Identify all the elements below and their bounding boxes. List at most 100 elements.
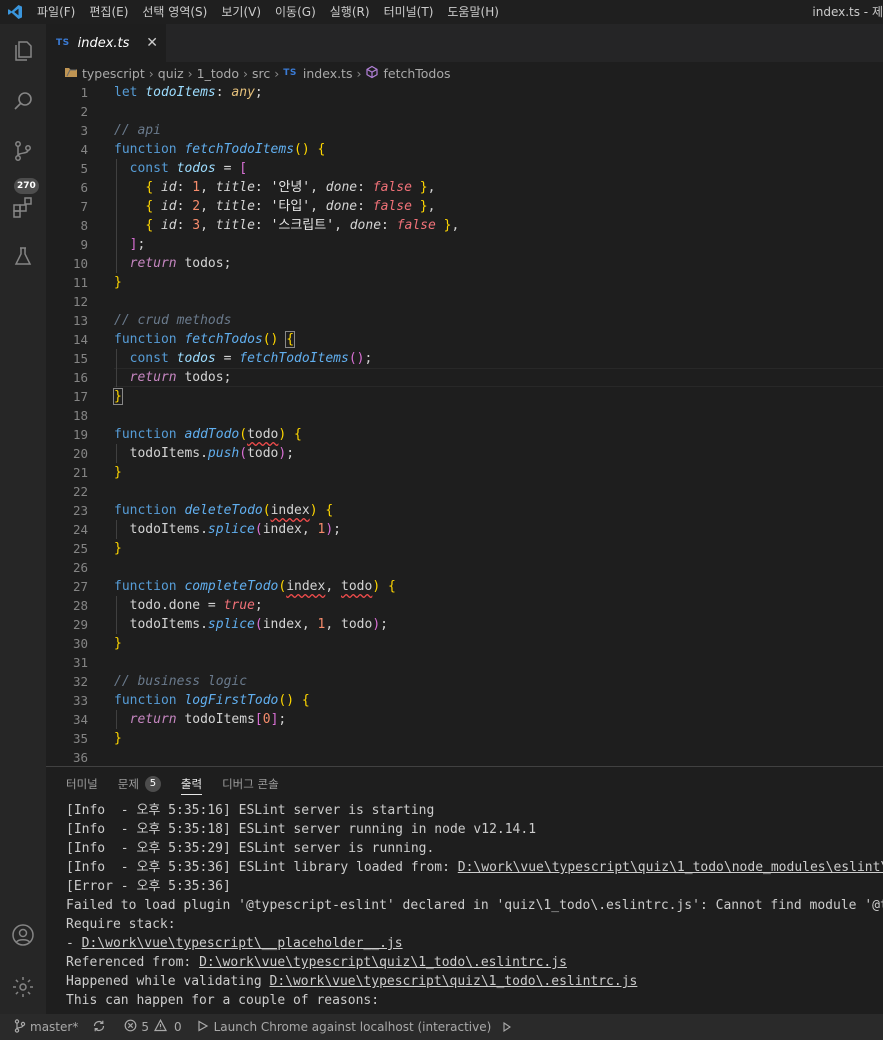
- code-line[interactable]: 2: [46, 102, 883, 121]
- launch-debug-status[interactable]: Launch Chrome against localhost (interac…: [196, 1019, 491, 1036]
- menu-item-4[interactable]: 이동(G): [268, 0, 323, 24]
- code-token: let: [114, 85, 138, 100]
- code-token: {: [387, 579, 396, 594]
- code-token: todos: [176, 161, 216, 176]
- code-line[interactable]: 6 { id: 1, title: '안녕', done: false },: [46, 178, 883, 197]
- tab-index-ts[interactable]: TS index.ts ✕: [46, 24, 166, 62]
- code-line[interactable]: 30}: [46, 634, 883, 653]
- code-line[interactable]: 26: [46, 558, 883, 577]
- menu-item-0[interactable]: 파일(F): [30, 0, 82, 24]
- code-line[interactable]: 7 { id: 2, title: '타입', done: false },: [46, 197, 883, 216]
- code-line[interactable]: 28 todo.done = true;: [46, 596, 883, 615]
- code-line[interactable]: 14 function fetchTodos() {: [46, 330, 883, 349]
- code-token: todo: [341, 579, 373, 594]
- code-line[interactable]: 10 return todos;: [46, 254, 883, 273]
- manage-gear-icon[interactable]: [0, 964, 46, 1010]
- file-path-link[interactable]: D:\work\vue\typescript\__placeholder__.j…: [82, 936, 403, 951]
- search-icon[interactable]: [0, 78, 46, 124]
- debug-extra-icon[interactable]: [501, 1021, 517, 1033]
- breadcrumb-item-fetchtodos[interactable]: fetchTodos: [383, 66, 450, 81]
- breadcrumb-item-1-todo[interactable]: 1_todo: [197, 66, 239, 81]
- breadcrumb: typescript › quiz › 1_todo › src › TS in…: [46, 62, 883, 84]
- file-path-link[interactable]: D:\work\vue\typescript\quiz\1_todo\.esli…: [270, 974, 638, 989]
- code-line[interactable]: 23 function deleteTodo(index) {: [46, 501, 883, 520]
- line-number: 34: [72, 712, 88, 727]
- explorer-icon[interactable]: [0, 28, 46, 74]
- code-line[interactable]: 3 // api: [46, 121, 883, 140]
- code-line[interactable]: 12: [46, 292, 883, 311]
- line-code: function logFirstTodo() {: [114, 691, 310, 710]
- breadcrumb-item-typescript[interactable]: typescript: [82, 66, 145, 81]
- code-line[interactable]: 11}: [46, 273, 883, 292]
- line-code: todoItems.splice(index, 1, todo);: [114, 615, 388, 634]
- code-line[interactable]: 33 function logFirstTodo() {: [46, 691, 883, 710]
- output-log[interactable]: [Info - 오후 5:35:16] ESLint server is sta…: [66, 801, 883, 1010]
- testing-flask-icon[interactable]: [0, 234, 46, 280]
- code-line[interactable]: 34 return todoItems[0];: [46, 710, 883, 729]
- code-line[interactable]: 1 let todoItems: any;: [46, 83, 883, 102]
- code-line[interactable]: 31: [46, 653, 883, 672]
- panel-tab-output[interactable]: 출력: [180, 767, 203, 801]
- code-line[interactable]: 17}: [46, 387, 883, 406]
- code-line[interactable]: 18: [46, 406, 883, 425]
- code-line[interactable]: 9 ];: [46, 235, 883, 254]
- code-line[interactable]: 35}: [46, 729, 883, 748]
- code-line[interactable]: 19 function addTodo(todo) {: [46, 425, 883, 444]
- code-line[interactable]: 22: [46, 482, 883, 501]
- breadcrumb-item-index-ts[interactable]: index.ts: [303, 66, 353, 81]
- menu-item-2[interactable]: 선택 영역(S): [135, 0, 214, 24]
- line-code: { id: 2, title: '타입', done: false },: [114, 197, 435, 216]
- code-token: ,: [427, 199, 436, 214]
- line-code: ];: [114, 235, 146, 254]
- code-token: 0: [262, 712, 271, 727]
- code-line[interactable]: 5 const todos = [: [46, 159, 883, 178]
- panel-tab-problems[interactable]: 문제 5: [118, 767, 161, 801]
- code-token: index: [270, 503, 310, 518]
- code-token: false: [396, 218, 436, 233]
- code-token: title: [215, 218, 255, 233]
- panel-tab-terminal[interactable]: 터미널: [66, 767, 98, 801]
- code-line[interactable]: 21}: [46, 463, 883, 482]
- code-line[interactable]: 29 todoItems.splice(index, 1, todo);: [46, 615, 883, 634]
- breadcrumb-item-quiz[interactable]: quiz: [158, 66, 184, 81]
- line-number: 11: [72, 275, 88, 290]
- code-line[interactable]: 36: [46, 748, 883, 766]
- code-line[interactable]: 25}: [46, 539, 883, 558]
- code-line[interactable]: 24 todoItems.splice(index, 1);: [46, 520, 883, 539]
- code-line[interactable]: 32 // business logic: [46, 672, 883, 691]
- code-line[interactable]: 20 todoItems.push(todo);: [46, 444, 883, 463]
- code-line[interactable]: 8 { id: 3, title: '스크립트', done: false },: [46, 216, 883, 235]
- code-token: :: [254, 180, 263, 195]
- code-token: todo: [247, 446, 279, 461]
- menu-item-6[interactable]: 터미널(T): [377, 0, 441, 24]
- file-path-link[interactable]: D:\work\vue\typescript\quiz\1_todo\node_…: [458, 860, 883, 875]
- sync-button[interactable]: [92, 1019, 110, 1036]
- code-token: 2: [192, 199, 201, 214]
- line-number: 29: [72, 617, 88, 632]
- source-control-icon[interactable]: [0, 128, 46, 174]
- breadcrumb-item-src[interactable]: src: [252, 66, 270, 81]
- output-text: Failed to load plugin '@typescript-eslin…: [66, 898, 883, 913]
- code-line[interactable]: 15 const todos = fetchTodoItems();: [46, 349, 883, 368]
- menu-item-3[interactable]: 보기(V): [214, 0, 268, 24]
- branch-status[interactable]: master*: [14, 1018, 78, 1036]
- code-line[interactable]: 13 // crud methods: [46, 311, 883, 330]
- code-token: :: [357, 199, 365, 214]
- code-line[interactable]: 4 function fetchTodoItems() {: [46, 140, 883, 159]
- extensions-icon[interactable]: [0, 184, 46, 230]
- panel-tab-debug-console[interactable]: 디버그 콘솔: [222, 767, 279, 801]
- code-line[interactable]: 16 return todos;: [46, 368, 883, 387]
- problems-status[interactable]: 5 0: [124, 1018, 182, 1035]
- menu-item-5[interactable]: 실행(R): [323, 0, 377, 24]
- code-editor[interactable]: 1 let todoItems: any; 2 3// api 4 function fe…: [46, 82, 883, 766]
- menu-item-1[interactable]: 편집(E): [82, 0, 135, 24]
- file-path-link[interactable]: D:\work\vue\typescript\quiz\1_todo\.esli…: [199, 955, 567, 970]
- close-tab-icon[interactable]: ✕: [146, 35, 158, 51]
- account-icon[interactable]: [0, 912, 46, 958]
- code-line[interactable]: 27 function completeTodo(index, todo) {: [46, 577, 883, 596]
- menu-item-7[interactable]: 도움말(H): [440, 0, 506, 24]
